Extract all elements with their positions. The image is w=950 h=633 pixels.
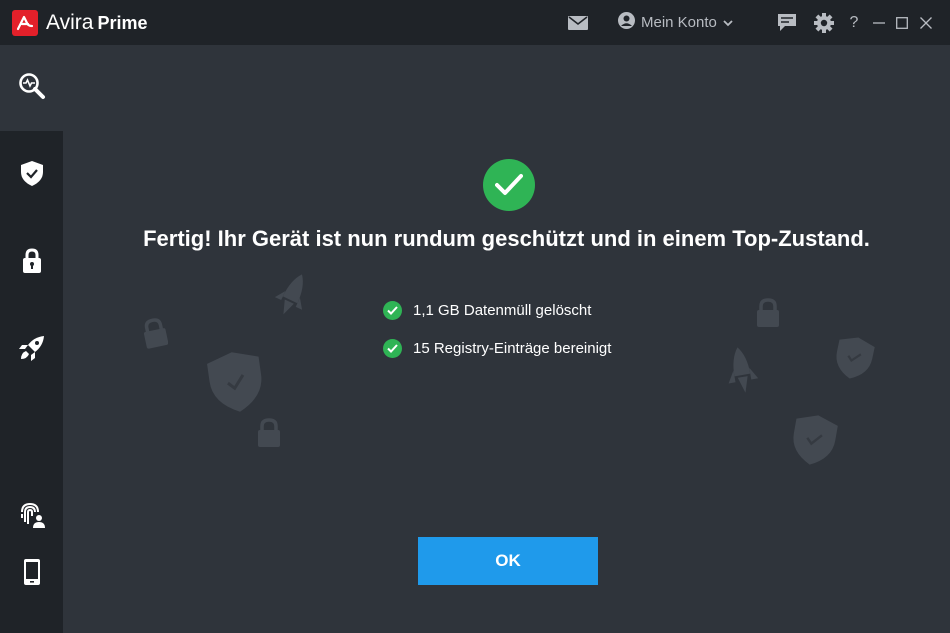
- ok-button[interactable]: OK: [418, 537, 598, 585]
- sidebar-item-scan[interactable]: [0, 45, 63, 131]
- account-label: Mein Konto: [641, 14, 717, 31]
- brand-product: Prime: [97, 13, 148, 33]
- fingerprint-user-icon: [19, 502, 45, 533]
- check-circle-icon: [483, 159, 535, 211]
- list-item: 15 Registry-Einträge bereinigt: [383, 338, 611, 358]
- feedback-icon[interactable]: [775, 0, 799, 45]
- rocket-decoration-icon: [274, 274, 303, 315]
- sidebar: [0, 45, 63, 633]
- shield-decoration-icon: [836, 337, 875, 379]
- user-circle-icon: [618, 12, 635, 33]
- mail-icon[interactable]: [566, 0, 590, 45]
- app-title: Avira Prime: [46, 11, 148, 35]
- check-icon: [383, 338, 402, 358]
- page-title: Fertig! Ihr Gerät ist nun rundum geschüt…: [143, 226, 870, 251]
- sidebar-item-security[interactable]: [0, 133, 63, 219]
- lock-decoration-icon: [258, 418, 280, 447]
- help-button[interactable]: ?: [846, 0, 862, 45]
- result-text: 1,1 GB Datenmüll gelöscht: [413, 301, 592, 319]
- avira-logo-icon: [12, 10, 38, 36]
- maximize-icon[interactable]: [894, 0, 910, 45]
- sidebar-item-performance[interactable]: [0, 307, 63, 393]
- account-menu[interactable]: Mein Konto: [618, 0, 733, 45]
- result-text: 15 Registry-Einträge bereinigt: [413, 339, 612, 357]
- gear-icon[interactable]: [812, 0, 836, 45]
- check-icon: [383, 300, 402, 320]
- shield-decoration-icon: [793, 415, 838, 465]
- smartphone-icon: [23, 558, 40, 590]
- main-panel: Fertig! Ihr Gerät ist nun rundum geschüt…: [63, 45, 950, 633]
- close-icon[interactable]: [918, 0, 934, 45]
- list-item: 1,1 GB Datenmüll gelöscht: [383, 300, 591, 320]
- lock-decoration-icon: [143, 318, 168, 349]
- lock-decoration-icon: [757, 298, 779, 327]
- shield-decoration-icon: [207, 352, 262, 412]
- rocket-decoration-icon: [728, 347, 759, 393]
- scan-icon: [18, 72, 46, 105]
- minimize-icon[interactable]: [871, 0, 887, 45]
- rocket-icon: [18, 335, 45, 366]
- brand-name: Avira: [46, 11, 94, 34]
- title-bar: Avira Prime Mein Konto ?: [0, 0, 950, 45]
- chevron-down-icon: [723, 14, 733, 31]
- sidebar-item-mobile[interactable]: [0, 531, 63, 617]
- shield-check-icon: [20, 161, 43, 191]
- sidebar-item-privacy[interactable]: [0, 220, 63, 306]
- lock-icon: [22, 248, 41, 278]
